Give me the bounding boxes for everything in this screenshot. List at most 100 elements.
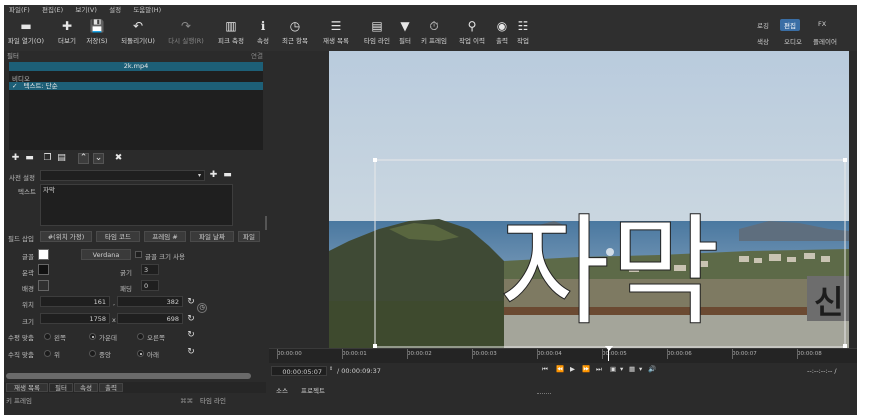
tab-export[interactable]: 출력 (99, 383, 123, 392)
text-input[interactable]: 자막 (40, 184, 233, 226)
valign-middle-radio[interactable] (89, 350, 96, 357)
timecode-spin-icon[interactable]: ⇕ (329, 366, 333, 372)
undo-button[interactable]: ↶ 되돌리기(U) (116, 17, 160, 45)
valign-top-radio[interactable] (44, 350, 51, 357)
delete-preset-icon[interactable]: ▬ (222, 170, 233, 181)
copy-filter-icon[interactable]: ❐ (42, 153, 53, 164)
halign-center-radio[interactable] (89, 333, 96, 340)
background-color-swatch[interactable] (38, 280, 49, 291)
redo-button[interactable]: ↷ 다시 실행(R) (164, 17, 208, 45)
undo-icon[interactable]: ↻ (186, 297, 196, 307)
layout-editing[interactable]: 편집 (780, 19, 800, 31)
export-button[interactable]: ◉ 출력 (493, 17, 511, 45)
source-project-tabs: 소스 프로젝트 (269, 383, 857, 395)
font-size-checkbox[interactable] (135, 251, 142, 258)
grid-dropdown-icon[interactable]: ▾ (639, 365, 642, 373)
layout-player[interactable]: 플레이어 (809, 35, 841, 47)
keyframes-title: 키 프레임 (6, 397, 32, 405)
checkbox-checked-icon[interactable]: ✓ (12, 82, 17, 90)
tab-source[interactable]: 소스 (276, 385, 288, 395)
halign-right-radio[interactable] (137, 333, 144, 340)
play-icon[interactable]: ▶ (570, 365, 575, 373)
dock-tabs: 재생 목록 필터 속성 출력 (4, 382, 266, 393)
menu-view[interactable]: 보기(V) (70, 5, 101, 15)
paste-filter-icon[interactable]: ▤ (56, 153, 67, 164)
tab-project[interactable]: 프로젝트 (301, 385, 325, 395)
filter-list[interactable]: 비디오 ✓ 텍스트: 단순 (9, 71, 263, 150)
preset-select[interactable]: ▾ (40, 170, 205, 181)
size-width-input[interactable]: 1758 (40, 313, 110, 324)
filter-panel-link[interactable]: 연결 (251, 51, 263, 61)
save-button[interactable]: 💾 저장(S) (82, 17, 112, 45)
tab-properties[interactable]: 속성 (74, 383, 98, 392)
menu-file[interactable]: 파일(F) (4, 5, 35, 15)
grid-icon[interactable]: ▦ (629, 365, 635, 373)
insert-timecode-button[interactable]: 타임 코드 (96, 231, 140, 242)
layout-logging[interactable]: 로깅 (753, 19, 773, 31)
valign-bottom-radio[interactable] (137, 350, 144, 357)
total-duration: / 00:00:09:37 (337, 367, 381, 375)
add-filter-icon[interactable]: ✚ (10, 153, 21, 164)
jobs-button[interactable]: ☷ 작업 (514, 17, 532, 45)
menu-settings[interactable]: 설정 (104, 5, 126, 15)
timecode-input[interactable]: 00:00:05:07 (271, 366, 327, 376)
dock-float-icon[interactable]: ⌘⌘ (180, 397, 193, 406)
volume-icon[interactable]: 🔊 (648, 365, 656, 373)
playhead-marker-icon[interactable] (605, 346, 613, 351)
splitter-handle[interactable] (537, 393, 551, 396)
playlist-button[interactable]: ☰ 재생 목록 (318, 17, 354, 45)
history-button[interactable]: ⚲ 작업 이력 (456, 17, 488, 45)
properties-button[interactable]: ℹ 속성 (254, 17, 272, 45)
move-up-icon[interactable]: ⌃ (78, 153, 89, 164)
layout-fx[interactable]: FX (814, 19, 830, 29)
undo-icon[interactable]: ↻ (186, 347, 196, 357)
filter-button[interactable]: ▼ 필터 (396, 17, 414, 45)
remove-filter-icon[interactable]: ▬ (24, 153, 35, 164)
skip-to-start-icon[interactable]: ⏮ (542, 365, 548, 374)
video-viewer[interactable]: 신 자막 (329, 51, 849, 348)
outline-color-swatch[interactable] (38, 264, 49, 275)
subtitle-overlay[interactable]: 자막 (499, 203, 721, 343)
more-button[interactable]: ✚ 더보기 (54, 17, 80, 45)
move-down-icon[interactable]: ⌄ (93, 153, 104, 164)
menu-help[interactable]: 도움말(H) (128, 5, 166, 15)
tab-playlist[interactable]: 재생 목록 (6, 383, 48, 392)
zoom-dropdown-icon[interactable]: ▾ (620, 365, 623, 373)
size-height-input[interactable]: 698 (117, 313, 183, 324)
insert-file-button[interactable]: 파일 (238, 231, 260, 242)
save-preset-icon[interactable]: ✚ (208, 170, 219, 181)
layout-color[interactable]: 색상 (753, 35, 773, 47)
valign-bottom-label: 아래 (147, 351, 159, 359)
timeline-button[interactable]: ▤ 타임 라인 (358, 17, 396, 45)
rewind-icon[interactable]: ⏪ (556, 365, 564, 373)
fast-forward-icon[interactable]: ⏩ (582, 365, 590, 373)
keyframes-button[interactable]: ⏱ 키 프레임 (418, 17, 450, 45)
close-filter-icon[interactable]: ✖ (113, 153, 124, 164)
skip-to-end-icon[interactable]: ⏭ (596, 365, 602, 374)
time-ruler[interactable]: 00:00:00 00:00:01 00:00:02 00:00:03 00:0… (269, 346, 857, 363)
halign-left-radio[interactable] (44, 333, 51, 340)
thickness-spinbox[interactable]: 3 (141, 264, 159, 275)
timer-icon[interactable]: ◷ (197, 303, 207, 313)
position-x-input[interactable]: 161 (40, 296, 110, 307)
zoom-icon[interactable]: ▣ (610, 365, 616, 373)
position-y-input[interactable]: 382 (117, 296, 183, 307)
insert-file-date-button[interactable]: 파일 날짜 (190, 231, 234, 242)
recent-button[interactable]: ◷ 최근 항목 (276, 17, 314, 45)
open-file-button[interactable]: ▬ 파일 열기(O) (6, 17, 46, 45)
horizontal-scrollbar[interactable] (6, 373, 251, 379)
insert-frame-button[interactable]: 프레임 # (144, 231, 186, 242)
undo-icon[interactable]: ↻ (186, 330, 196, 340)
filter-list-item[interactable]: ✓ 텍스트: 단순 (9, 82, 263, 90)
panel-splitter[interactable] (265, 216, 267, 230)
font-button[interactable]: Verdana (81, 249, 131, 260)
undo-icon[interactable]: ↻ (186, 314, 196, 324)
menu-edit[interactable]: 편집(E) (37, 5, 68, 15)
padding-spinbox[interactable]: 0 (141, 280, 159, 291)
insert-position-button[interactable]: #(위치 가정) (40, 231, 92, 242)
ruler-tick: 00:00:01 (342, 349, 367, 359)
layout-audio[interactable]: 오디오 (780, 35, 806, 47)
peak-meter-button[interactable]: ▥ 피크 측정 (214, 17, 248, 45)
text-color-swatch[interactable] (38, 249, 49, 260)
tab-filters[interactable]: 필터 (49, 383, 73, 392)
